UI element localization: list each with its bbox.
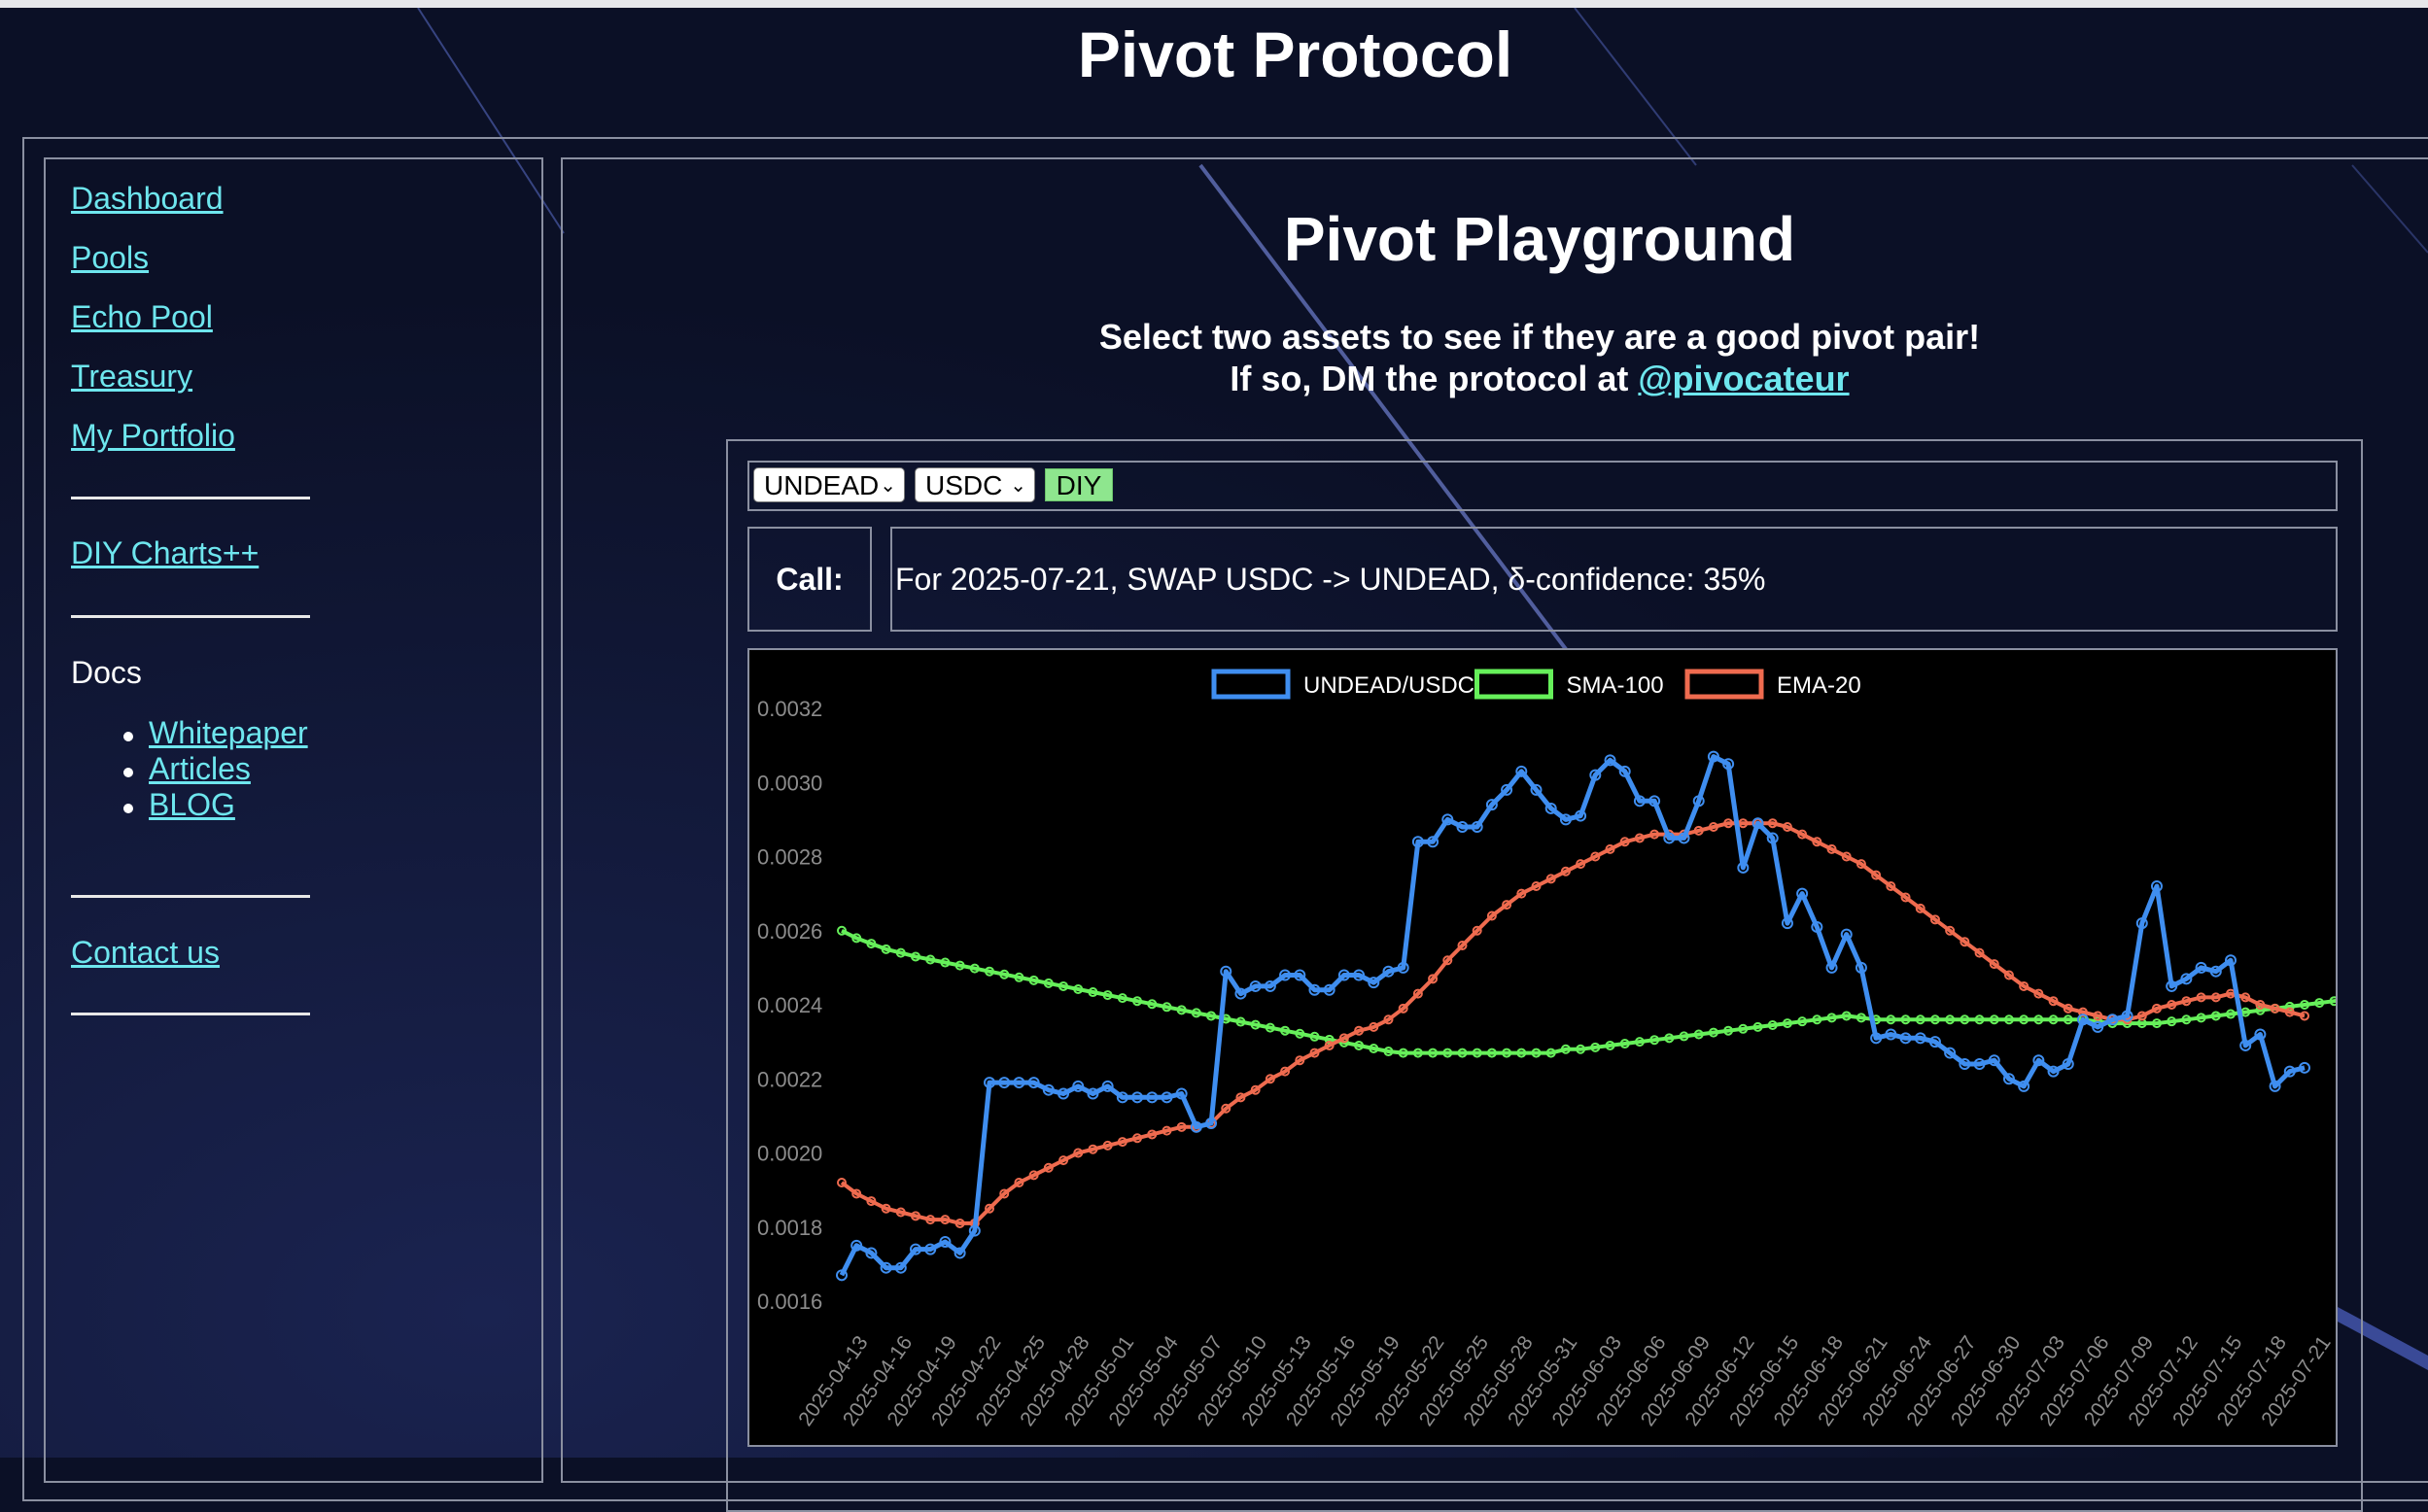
nav-whitepaper[interactable]: Whitepaper <box>149 715 308 751</box>
y-tick-label: 0.0018 <box>757 1216 822 1240</box>
legend-swatch <box>1211 669 1291 700</box>
nav-diy-charts[interactable]: DIY Charts++ <box>71 535 259 571</box>
y-tick-label: 0.0026 <box>757 919 822 944</box>
call-label: Call: <box>776 562 844 597</box>
top-border <box>0 0 2428 8</box>
legend-swatch <box>1474 669 1553 700</box>
nav-my-portfolio[interactable]: My Portfolio <box>71 418 235 454</box>
nav-separator <box>71 615 310 618</box>
asset1-select[interactable]: UNDEAD ⌄ <box>753 467 905 502</box>
y-tick-label: 0.0024 <box>757 993 822 1017</box>
list-bullet <box>123 768 133 777</box>
nav-blog[interactable]: BLOG <box>149 787 235 823</box>
nav-separator <box>71 1013 310 1015</box>
nav-treasury[interactable]: Treasury <box>71 359 192 395</box>
nav-separator <box>71 895 310 898</box>
y-tick-label: 0.0032 <box>757 697 822 721</box>
y-tick-label: 0.0020 <box>757 1142 822 1166</box>
subtitle-prefix: If so, DM the protocol at <box>1230 359 1639 398</box>
subtitle-line-1: Select two assets to see if they are a g… <box>1098 317 1981 357</box>
page-title: Pivot Playground <box>1283 204 1796 274</box>
y-tick-label: 0.0030 <box>757 771 822 795</box>
asset1-value: UNDEAD <box>764 470 880 500</box>
nav-echo-pool[interactable]: Echo Pool <box>71 299 213 335</box>
diy-button[interactable]: DIY <box>1045 468 1113 501</box>
list-bullet <box>123 732 133 741</box>
legend-label: EMA-20 <box>1777 672 1861 699</box>
playground-panel: UNDEAD ⌄ USDC ⌄ DIY Call: For 2025-07-21… <box>726 439 2363 1512</box>
nav-dashboard[interactable]: Dashboard <box>71 181 224 217</box>
call-text-cell: For 2025-07-21, SWAP USDC -> UNDEAD, δ-c… <box>890 527 2338 632</box>
chart-container: 0.0032 0.0030 0.0028 0.0026 0.0024 0.0022 0.00… <box>747 648 2338 1447</box>
legend-swatch <box>1684 669 1764 700</box>
nav-pools[interactable]: Pools <box>71 240 149 276</box>
handle-link[interactable]: @pivocateur <box>1638 359 1849 398</box>
site-title: Pivot Protocol <box>1077 18 1513 90</box>
legend-label: UNDEAD/USDC <box>1303 672 1474 699</box>
y-tick-label: 0.0016 <box>757 1289 822 1314</box>
chevron-down-icon: ⌄ <box>880 475 896 497</box>
main-panel: Pivot Playground Select two assets to se… <box>561 157 2428 1512</box>
nav-articles[interactable]: Articles <box>149 751 251 787</box>
y-tick-label: 0.0028 <box>757 845 822 870</box>
list-bullet <box>123 804 133 813</box>
chevron-down-icon: ⌄ <box>1010 475 1026 497</box>
legend-label: SMA-100 <box>1567 672 1664 699</box>
nav-separator <box>71 497 310 499</box>
call-text: For 2025-07-21, SWAP USDC -> UNDEAD, δ-c… <box>895 562 1766 597</box>
series-line <box>841 929 2336 1055</box>
sidebar: Dashboard Pools Echo Pool Treasury My Po… <box>44 157 543 1483</box>
controls-bar: UNDEAD ⌄ USDC ⌄ DIY <box>747 461 2338 511</box>
asset2-value: USDC <box>925 470 1003 500</box>
docs-label: Docs <box>71 655 142 690</box>
nav-contact-us[interactable]: Contact us <box>71 935 220 971</box>
price-chart: 0.0032 0.0030 0.0028 0.0026 0.0024 0.0022 0.00… <box>757 669 2336 1430</box>
y-tick-label: 0.0022 <box>757 1067 822 1091</box>
call-label-cell: Call: <box>747 527 872 632</box>
subtitle-line-2: If so, DM the protocol at @pivocateur <box>563 359 2428 399</box>
asset2-select[interactable]: USDC ⌄ <box>915 467 1035 502</box>
